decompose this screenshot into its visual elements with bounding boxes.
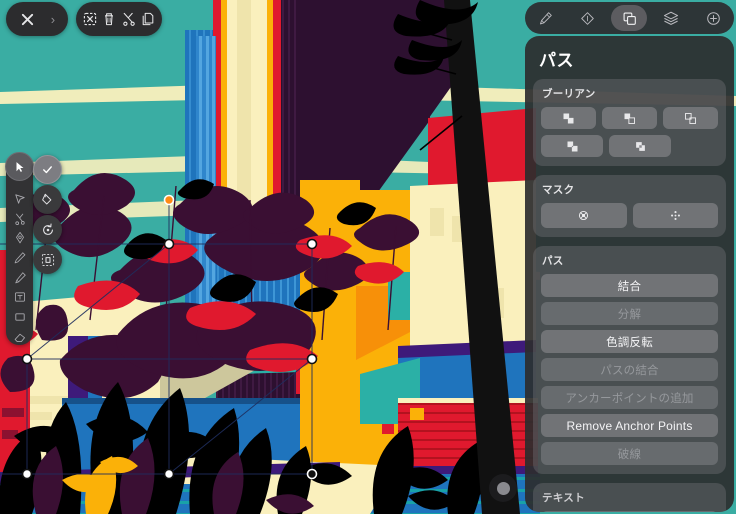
divide-icon [635, 141, 645, 151]
text-section-title: テキスト [542, 492, 585, 504]
boolean-union-button[interactable] [541, 107, 596, 129]
boolean-row-1 [541, 107, 718, 129]
path-section: パス 結合 分解 色調反転 パスの結合 アンカーポイントの追加 Remove A… [533, 246, 726, 474]
subtract-icon [624, 113, 635, 124]
diamond-icon [581, 11, 594, 25]
boolean-intersect-button[interactable] [663, 107, 718, 129]
tab-brush[interactable] [528, 5, 564, 31]
tool-palette [5, 152, 34, 345]
plus-circle-icon [706, 11, 720, 25]
undo-button[interactable] [33, 215, 62, 244]
mask-create-icon [579, 210, 589, 221]
boolean-subtract-button[interactable] [602, 107, 657, 129]
tab-shape[interactable] [570, 5, 606, 31]
path-remove-anchor-button[interactable]: Remove Anchor Points [541, 414, 718, 437]
edit-toolbar [76, 2, 162, 36]
eraser-tool[interactable] [9, 328, 30, 345]
text-tool[interactable] [9, 289, 30, 306]
scissors-tool[interactable] [9, 210, 30, 227]
boolean-row-2 [541, 135, 718, 157]
color-swatch-inner [496, 481, 510, 495]
transform-button[interactable] [33, 245, 62, 274]
color-swatch-button[interactable] [489, 474, 517, 502]
shape-tool[interactable] [9, 309, 30, 326]
mask-section-title: マスク [542, 184, 575, 196]
rotate-ccw-icon [42, 222, 53, 235]
boolean-exclude-button[interactable] [541, 135, 603, 157]
path-section-title: パス [542, 255, 564, 267]
paint-bucket-icon [42, 193, 52, 205]
mask-section: マスク [533, 175, 726, 237]
close-icon[interactable] [19, 10, 37, 28]
layers-icon [664, 11, 679, 25]
boolean-section-title: ブーリアン [542, 88, 596, 100]
tab-path[interactable] [611, 5, 648, 31]
mask-row [541, 203, 718, 228]
check-icon [43, 166, 52, 174]
path-boolean-icon [623, 12, 636, 25]
path-split-button[interactable]: 分解 [541, 302, 718, 325]
path-join-button[interactable]: 結合 [541, 274, 718, 297]
union-icon [563, 113, 574, 123]
mask-create-button[interactable] [541, 203, 627, 228]
boolean-divide-button[interactable] [609, 135, 671, 157]
pencil-tool[interactable] [9, 250, 30, 267]
tab-layers[interactable] [653, 5, 689, 31]
tab-add[interactable] [695, 5, 731, 31]
select-tool[interactable] [5, 152, 34, 181]
intersect-icon [685, 112, 696, 124]
text-section-placeholder-button[interactable] [541, 511, 718, 512]
path-invert-button[interactable]: 色調反転 [541, 330, 718, 353]
cut-icon[interactable] [120, 10, 138, 28]
mask-release-icon [670, 211, 680, 220]
brush-tool[interactable] [9, 269, 30, 286]
path-add-anchor-button[interactable]: アンカーポイントの追加 [541, 386, 718, 409]
app-root: › パス ブーリアン マスク パス 結合 分解 色調反転 パスの結合 アンカーポ… [0, 0, 736, 514]
duplicate-icon[interactable] [139, 10, 157, 28]
path-panel-body: パス ブーリアン マスク パス 結合 分解 色調反転 パスの結合 アンカーポイン… [525, 36, 734, 512]
close-toolbar: › [6, 2, 68, 36]
mask-release-button[interactable] [632, 203, 718, 228]
transform-icon [41, 253, 54, 266]
panel-title: パス [539, 51, 574, 70]
right-panel: パス ブーリアン マスク パス 結合 分解 色調反転 パスの結合 アンカーポイン… [523, 0, 736, 514]
direct-select-tool[interactable] [9, 191, 30, 208]
panel-tab-bar [525, 2, 734, 34]
path-dashed-button[interactable]: 破線 [541, 442, 718, 465]
chevron-right-icon[interactable]: › [51, 13, 55, 26]
text-section: テキスト [533, 483, 726, 512]
boolean-section: ブーリアン [533, 79, 726, 166]
exclude-icon [567, 141, 577, 151]
deselect-icon[interactable] [81, 10, 99, 28]
brush-icon [540, 11, 553, 24]
confirm-button[interactable] [33, 155, 62, 184]
path-combine-button[interactable]: パスの結合 [541, 358, 718, 381]
fill-button[interactable] [33, 185, 62, 214]
trash-icon[interactable] [100, 10, 118, 28]
pen-tool[interactable] [9, 230, 30, 247]
